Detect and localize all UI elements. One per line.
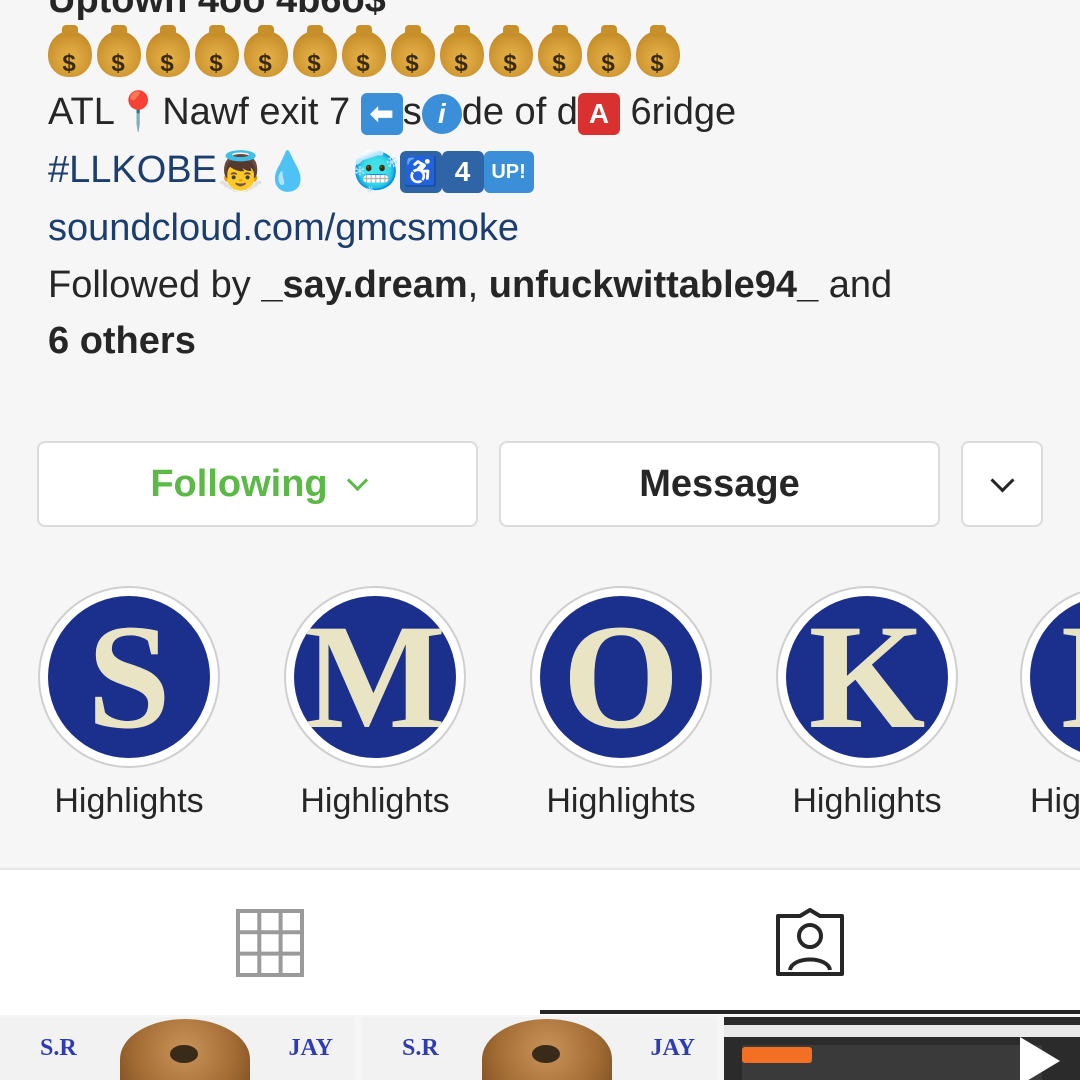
highlight-cover: S xyxy=(48,596,210,758)
bio-link[interactable]: soundcloud.com/gmcsmoke xyxy=(48,206,519,250)
highlight-cover: E xyxy=(1030,596,1080,758)
droplet-icon: 💧 xyxy=(264,150,312,193)
message-button[interactable]: Message xyxy=(499,441,940,527)
chevron-down-icon xyxy=(346,469,368,491)
highlight-cover: K xyxy=(786,596,948,758)
highlight-label: Highlights xyxy=(546,782,696,820)
highlight-item[interactable]: S Highlights xyxy=(36,586,222,821)
highlight-label: Highlights xyxy=(792,782,942,820)
followed-user-1[interactable]: _say.dream xyxy=(261,264,467,306)
soundcloud-logo xyxy=(742,1047,812,1063)
highlight-ring: O xyxy=(530,586,712,768)
tagged-person-icon xyxy=(776,907,844,976)
profile-name: Uptown 4oo 4b6o$ xyxy=(48,0,386,21)
tab-posts-grid[interactable] xyxy=(0,870,540,1015)
tab-tagged[interactable] xyxy=(540,870,1080,1015)
following-button[interactable]: Following xyxy=(37,441,478,527)
highlight-ring: K xyxy=(776,586,958,768)
keycap-4-icon: 4 xyxy=(441,150,484,193)
cold-face-icon: 🥶 xyxy=(352,150,400,193)
followed-by[interactable]: Followed by _say.dream, unfuckwittable94… xyxy=(48,263,892,307)
highlight-item[interactable]: O Highlights xyxy=(528,586,714,821)
highlight-label: Highlights xyxy=(300,782,450,820)
highlight-item[interactable]: K Highlights xyxy=(774,586,960,821)
post-thumbnail[interactable]: S.R JAY xyxy=(0,1017,355,1080)
posts-grid: S.R JAY S.R JAY xyxy=(0,1017,1080,1080)
active-tab-indicator xyxy=(540,1010,1080,1014)
highlight-ring: E xyxy=(1020,586,1080,768)
followed-user-2[interactable]: unfuckwittable94_ xyxy=(489,264,818,306)
followed-others[interactable]: 6 others xyxy=(48,319,196,363)
suggested-users-button[interactable] xyxy=(961,441,1043,527)
highlight-item[interactable]: E Hig xyxy=(1020,586,1080,821)
highlight-ring: S xyxy=(38,586,220,768)
wheelchair-icon: ♿ xyxy=(399,150,442,193)
post-thumbnail[interactable]: S.R JAY xyxy=(362,1017,717,1080)
highlight-label: Hig xyxy=(1030,782,1080,820)
chevron-down-icon xyxy=(989,467,1015,493)
angel-baby-icon: 👼 xyxy=(217,150,265,193)
info-icon: i xyxy=(421,93,462,134)
post-thumbnail[interactable] xyxy=(724,1017,1080,1080)
up-badge-icon: UP! xyxy=(483,150,534,193)
emoji-row xyxy=(48,24,685,86)
bio-hashtag[interactable]: #LLKOBE👼💧 🥶 ♿ 4 UP! xyxy=(48,148,534,194)
play-icon xyxy=(1020,1037,1060,1080)
highlight-item[interactable]: M Highlights xyxy=(282,586,468,821)
highlight-ring: M xyxy=(284,586,466,768)
profile-tabs xyxy=(0,870,1080,1015)
highlight-cover: M xyxy=(294,596,456,758)
letter-a-icon: A xyxy=(577,92,620,135)
highlight-label: Highlights xyxy=(54,782,204,820)
grid-icon xyxy=(236,908,304,977)
pin-icon: 📍 xyxy=(114,91,163,133)
bio-location: ATL📍Nawf exit 7 ⬅ s i de of dA 6ridge xyxy=(48,91,737,135)
highlight-cover: O xyxy=(540,596,702,758)
left-arrow-icon: ⬅ xyxy=(360,92,403,135)
